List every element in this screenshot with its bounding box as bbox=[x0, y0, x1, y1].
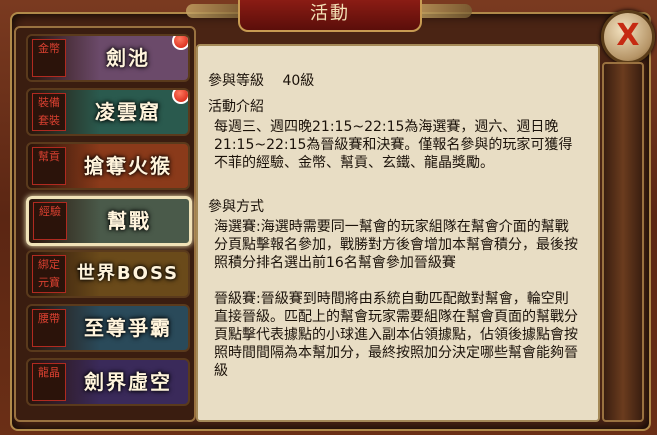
activity-item-sword-void[interactable]: 龍晶 劍界虛空 bbox=[26, 358, 190, 406]
close-button[interactable]: X bbox=[601, 10, 655, 64]
activity-label: 搶奪火猴 bbox=[84, 154, 172, 178]
close-icon: X bbox=[616, 18, 640, 53]
activity-label: 幫戰 bbox=[107, 209, 151, 233]
level-label: 參與等級 bbox=[208, 73, 264, 89]
method-heading: 參與方式 bbox=[208, 199, 264, 215]
activity-label: 世界BOSS bbox=[76, 263, 180, 284]
dialog-title: 活動 bbox=[238, 0, 422, 32]
activity-list: 金幣 劍池 裝備 套裝 凌雲窟 幫貢 搶奪火猴 經驗 幫戰 綁定 元寶 世界BO… bbox=[14, 26, 196, 422]
reward-tag: 金幣 bbox=[32, 39, 66, 77]
reward-tag: 幫貢 bbox=[32, 147, 66, 185]
reward-tag: 綁定 元寶 bbox=[32, 255, 66, 293]
activity-item-fire-monkey[interactable]: 幫貢 搶奪火猴 bbox=[26, 142, 190, 190]
activity-item-supreme-battle[interactable]: 腰帶 至尊爭霸 bbox=[26, 304, 190, 352]
reward-tag: 經驗 bbox=[33, 202, 67, 240]
reward-tag: 腰帶 bbox=[32, 309, 66, 347]
notification-badge bbox=[172, 36, 188, 50]
activity-label: 劍池 bbox=[106, 46, 150, 70]
reward-tag: 裝備 套裝 bbox=[32, 93, 66, 131]
reward-tag: 龍晶 bbox=[32, 363, 66, 401]
intro-text: 每週三、週四晚21:15~22:15為海選賽，週六、週日晚21:15~22:15… bbox=[214, 119, 573, 171]
activity-item-sword-pool[interactable]: 金幣 劍池 bbox=[26, 34, 190, 82]
activity-details: 參與等級 40級 活動介紹 每週三、週四晚21:15~22:15為海選賽，週六、… bbox=[196, 44, 600, 422]
method-text-promotion: 晉級賽:晉級賽到時間將由系統自動匹配敵對幫會，輪空則直接晉級。匹配上的幫會玩家需… bbox=[214, 291, 578, 379]
activity-item-world-boss[interactable]: 綁定 元寶 世界BOSS bbox=[26, 250, 190, 298]
level-row: 參與等級 40級 bbox=[208, 70, 314, 90]
notification-badge bbox=[172, 90, 188, 104]
activity-item-lingyun-cave[interactable]: 裝備 套裝 凌雲窟 bbox=[26, 88, 190, 136]
scroll-rail[interactable] bbox=[602, 62, 644, 422]
activity-label: 至尊爭霸 bbox=[84, 316, 172, 340]
activity-label: 凌雲窟 bbox=[95, 100, 161, 124]
level-value: 40級 bbox=[282, 73, 315, 89]
activity-item-guild-war[interactable]: 經驗 幫戰 bbox=[26, 196, 192, 246]
activity-label: 劍界虛空 bbox=[84, 370, 172, 394]
title-ornament-left bbox=[186, 4, 246, 18]
intro-heading: 活動介紹 bbox=[208, 99, 264, 115]
method-text-qualifier: 海選賽:海選時需要同一幫會的玩家組隊在幫會介面的幫戰分頁點擊報名參加，戰勝對方後… bbox=[214, 219, 578, 271]
